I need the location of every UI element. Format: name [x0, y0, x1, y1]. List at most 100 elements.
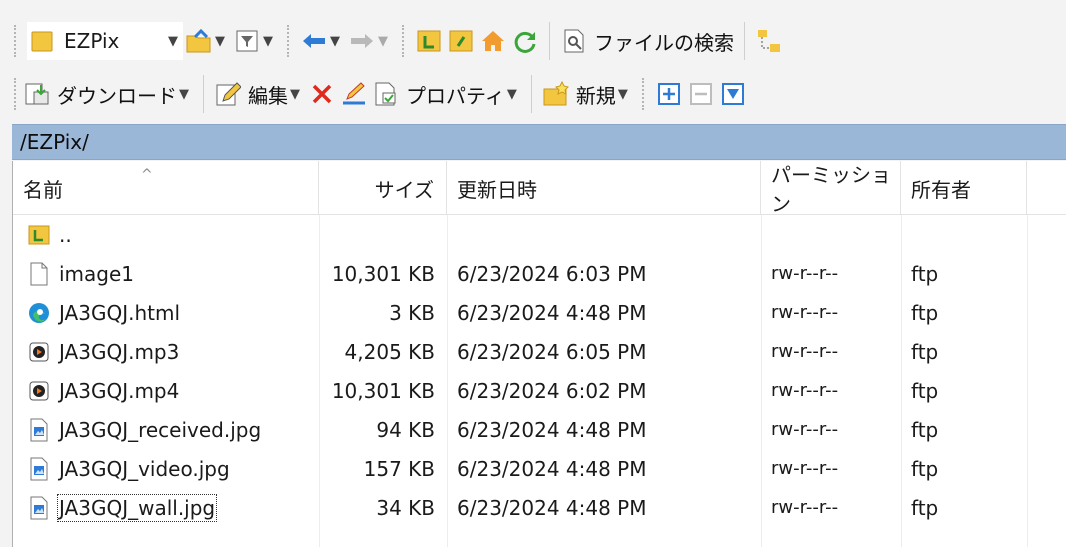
sort-ascending-icon: ^ [141, 167, 153, 183]
image-file-icon [25, 416, 53, 444]
chevron-down-icon[interactable]: ▼ [330, 34, 340, 49]
chevron-down-icon[interactable]: ▼ [168, 34, 178, 49]
edit-button[interactable]: 編集 ▼ [212, 74, 306, 114]
chevron-down-icon[interactable]: ▼ [215, 34, 225, 49]
site-combo[interactable]: EZPix ▼ [27, 22, 183, 60]
path-bar[interactable]: /EZPix/ [12, 124, 1066, 160]
file-name: JA3GQJ.mp3 [59, 339, 180, 364]
collapse-button[interactable] [685, 74, 717, 114]
parent-folder-button[interactable] [413, 21, 445, 61]
file-size: 157 KB [363, 456, 435, 481]
action-toolbar: ダウンロード ▼ 編集 ▼ プロパティ ▼ 新規 ▼ [0, 68, 1066, 120]
file-name-cell: image1 [13, 260, 319, 288]
column-header-modified-label: 更新日時 [457, 177, 537, 202]
folder-icon [28, 27, 56, 55]
tree-view-icon [755, 27, 783, 55]
file-size: 4,205 KB [344, 339, 435, 364]
file-row[interactable]: JA3GQJ_video.jpg 157 KB 6/23/2024 4:48 P… [13, 449, 1066, 488]
home-button[interactable] [477, 21, 509, 61]
file-row[interactable]: JA3GQJ_received.jpg 94 KB 6/23/2024 4:48… [13, 410, 1066, 449]
file-row[interactable]: JA3GQJ.html 3 KB 6/23/2024 4:48 PM rw-r-… [13, 293, 1066, 332]
file-modified: 6/23/2024 4:48 PM [457, 495, 647, 520]
file-name: JA3GQJ_wall.jpg [56, 493, 218, 522]
file-row[interactable]: image1 10,301 KB 6/23/2024 6:03 PM rw-r-… [13, 254, 1066, 293]
toolbar-divider [402, 25, 405, 57]
toolbar-divider [744, 22, 745, 60]
file-owner: ftp [911, 261, 939, 286]
file-name: image1 [59, 261, 135, 286]
file-row[interactable]: JA3GQJ.mp3 4,205 KB 6/23/2024 6:05 PM rw… [13, 332, 1066, 371]
file-size: 10,301 KB [331, 378, 435, 403]
file-name-cell: JA3GQJ.mp4 [13, 377, 319, 405]
file-name: .. [59, 222, 72, 247]
media-icon [25, 377, 53, 405]
file-size: 34 KB [376, 495, 435, 520]
column-header-owner-label: 所有者 [911, 177, 971, 202]
media-icon [25, 338, 53, 366]
file-permission: rw-r--r-- [771, 263, 839, 284]
chevron-down-icon[interactable]: ▼ [179, 87, 189, 102]
properties-icon [372, 80, 400, 108]
tree-view-button[interactable] [753, 21, 785, 61]
plus-box-icon [655, 80, 683, 108]
new-label: 新規 [575, 83, 616, 108]
file-list[interactable]: ^ 名前 サイズ 更新日時 パーミッション 所有者 .. image1 10,3… [12, 161, 1066, 547]
column-header-size[interactable]: サイズ [319, 161, 447, 215]
file-permission: rw-r--r-- [771, 302, 839, 323]
toolbar-grip[interactable] [14, 25, 17, 57]
file-name-cell: JA3GQJ_wall.jpg [13, 493, 319, 522]
forward-button[interactable]: ▼ [346, 21, 394, 61]
chevron-down-icon[interactable]: ▼ [290, 87, 300, 102]
open-folder-button[interactable]: ▼ [183, 21, 231, 61]
chevron-down-icon[interactable]: ▼ [618, 87, 628, 102]
toolbar-divider [549, 22, 550, 60]
file-size: 94 KB [376, 417, 435, 442]
column-header-name[interactable]: ^ 名前 [13, 161, 319, 215]
back-arrow-icon [300, 27, 328, 55]
properties-button[interactable]: プロパティ ▼ [370, 74, 523, 114]
toolbar-divider [203, 75, 204, 113]
edit-label: 編集 [248, 83, 288, 108]
file-modified: 6/23/2024 4:48 PM [457, 456, 647, 481]
new-folder-icon [542, 80, 570, 108]
column-header-permission-label: パーミッション [771, 163, 891, 216]
properties-label: プロパティ [406, 83, 505, 108]
chevron-down-icon[interactable]: ▼ [263, 34, 273, 49]
download-button[interactable]: ダウンロード ▼ [21, 74, 195, 114]
select-all-button[interactable] [717, 74, 749, 114]
expand-button[interactable] [653, 74, 685, 114]
toolbar-grip[interactable] [14, 78, 17, 110]
file-name: JA3GQJ_video.jpg [59, 456, 230, 481]
chevron-down-icon[interactable]: ▼ [378, 34, 388, 49]
file-permission: rw-r--r-- [771, 341, 839, 362]
file-row[interactable]: .. [13, 215, 1066, 254]
column-header-modified[interactable]: 更新日時 [447, 161, 761, 215]
root-folder-button[interactable] [445, 21, 477, 61]
toolbar-divider [287, 25, 290, 57]
filter-button[interactable]: ▼ [231, 21, 279, 61]
list-header: ^ 名前 サイズ 更新日時 パーミッション 所有者 [13, 161, 1066, 216]
chevron-down-icon[interactable]: ▼ [507, 87, 517, 102]
column-header-size-label: サイズ [374, 177, 434, 202]
file-modified: 6/23/2024 6:03 PM [457, 261, 647, 286]
rename-button[interactable] [338, 74, 370, 114]
toolbar-divider [530, 75, 532, 113]
file-row[interactable]: JA3GQJ_wall.jpg 34 KB 6/23/2024 4:48 PM … [13, 488, 1066, 527]
refresh-button[interactable] [509, 21, 541, 61]
find-files-button[interactable]: ファイルの検索 [558, 21, 736, 61]
file-size: 3 KB [389, 300, 435, 325]
file-owner: ftp [911, 495, 939, 520]
new-button[interactable]: 新規 ▼ [540, 74, 634, 114]
column-header-permission[interactable]: パーミッション [761, 161, 901, 216]
edit-icon [214, 80, 242, 108]
edge-icon [25, 299, 53, 327]
find-files-label: ファイルの検索 [594, 30, 734, 55]
file-name-cell: JA3GQJ.html [13, 299, 319, 327]
toolbar-divider [641, 78, 645, 110]
delete-button[interactable] [306, 74, 338, 114]
file-name: JA3GQJ.html [59, 300, 181, 325]
back-button[interactable]: ▼ [298, 21, 346, 61]
column-header-owner[interactable]: 所有者 [901, 161, 1027, 215]
file-row[interactable]: JA3GQJ.mp4 10,301 KB 6/23/2024 6:02 PM r… [13, 371, 1066, 410]
image-file-icon [25, 455, 53, 483]
